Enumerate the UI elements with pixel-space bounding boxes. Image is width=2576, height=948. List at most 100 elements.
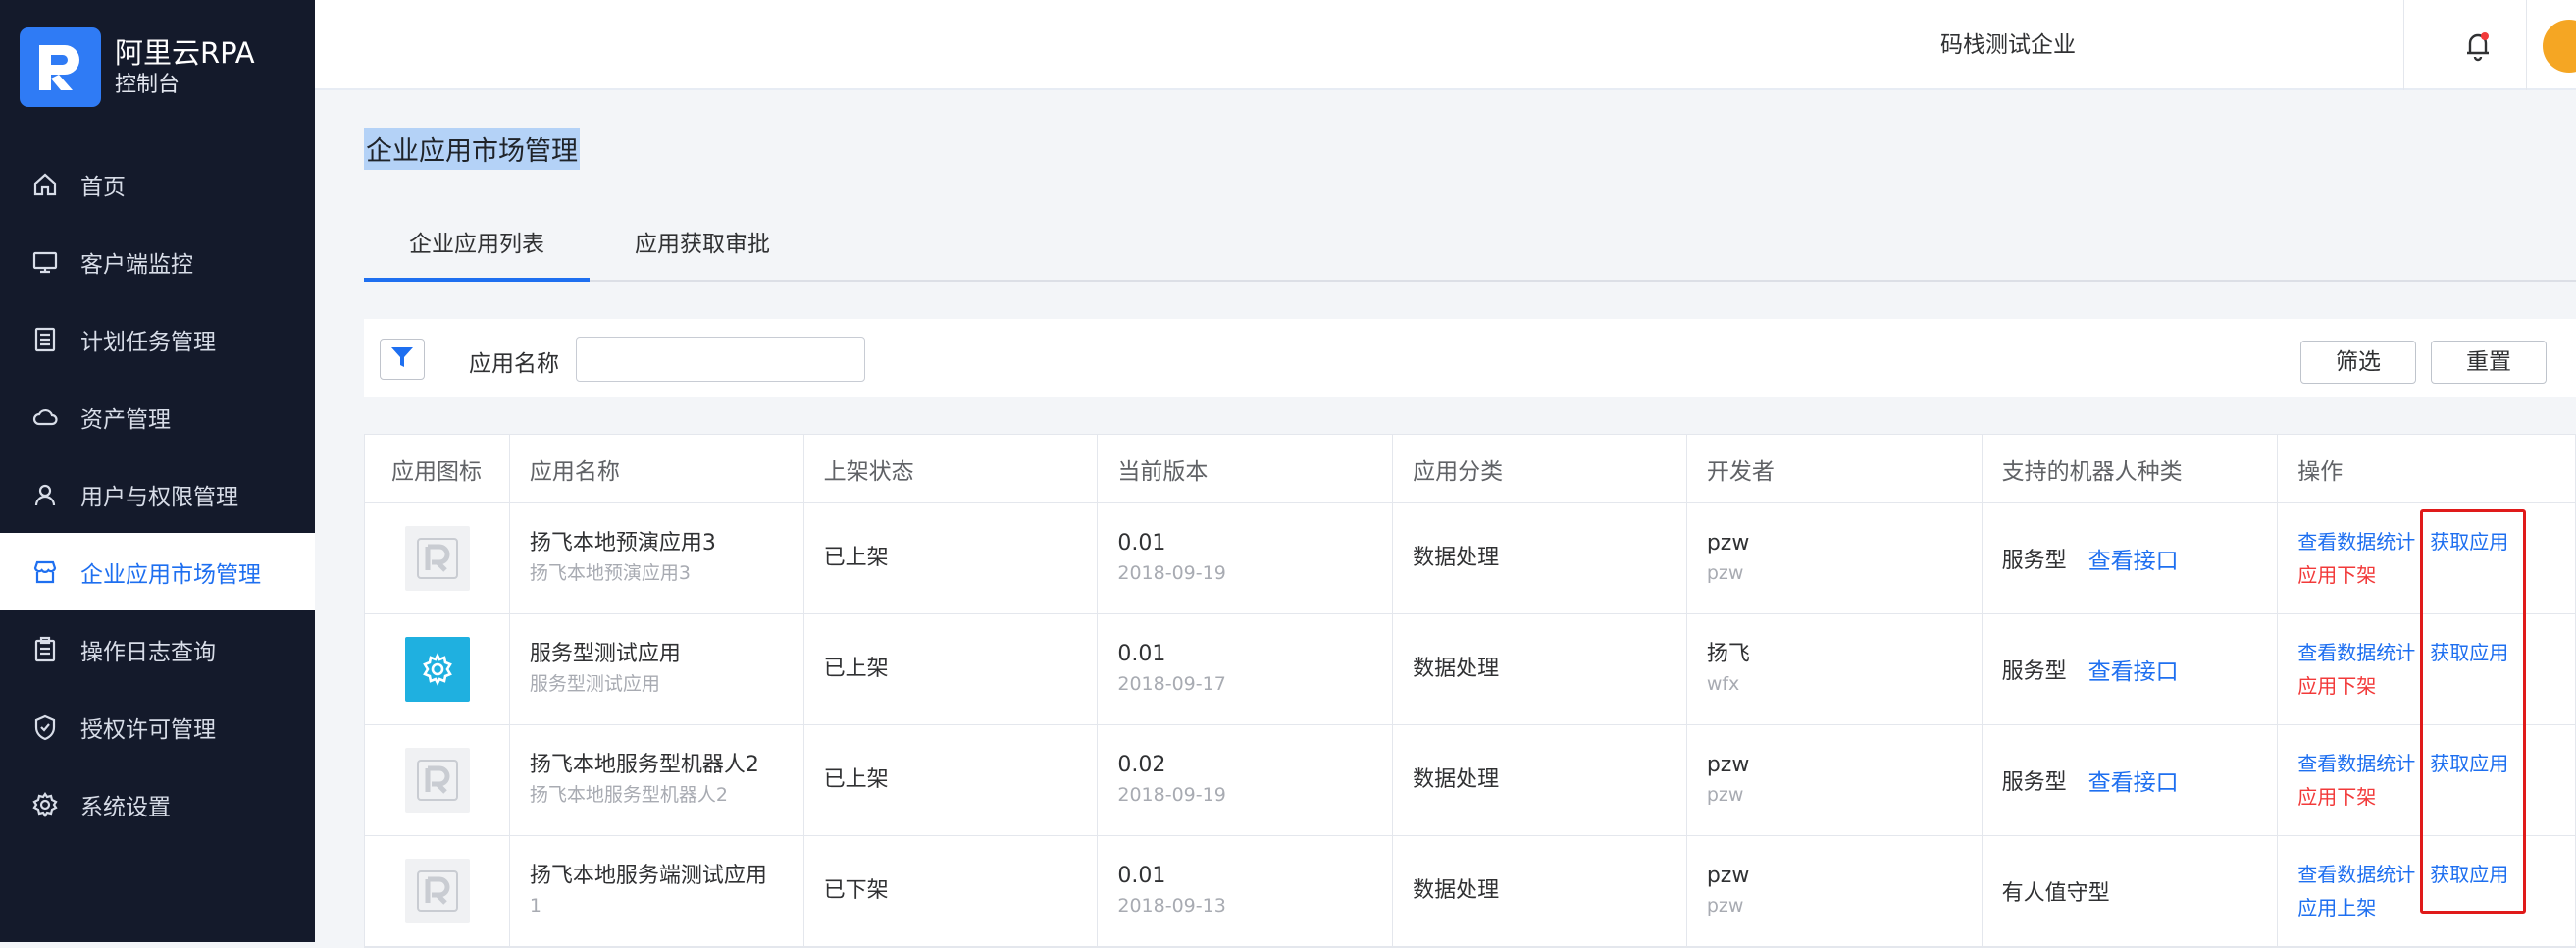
- sidebar-item-label: 资产管理: [80, 406, 171, 433]
- app-category: 数据处理: [1413, 878, 1500, 903]
- notification-bell-icon[interactable]: [2458, 26, 2498, 65]
- view-api-link[interactable]: 查看接口: [2088, 542, 2179, 575]
- sidebar-item-label: 客户端监控: [80, 251, 193, 278]
- view-stats-link[interactable]: 查看数据统计: [2297, 747, 2415, 780]
- table-header: 应用图标 应用名称 上架状态 当前版本 应用分类 开发者 支持的机器人种类 操作: [365, 435, 2575, 503]
- app-version: 0.02: [1117, 753, 1166, 777]
- sidebar-item-label: 企业应用市场管理: [80, 561, 261, 588]
- tab-bar: 企业应用列表 应用获取审批: [364, 211, 2576, 282]
- sidebar-item-app-market[interactable]: 企业应用市场管理: [0, 533, 315, 610]
- divider: [2526, 0, 2527, 90]
- avatar[interactable]: [2543, 20, 2576, 73]
- view-stats-link[interactable]: 查看数据统计: [2297, 525, 2415, 558]
- column-header: 支持的机器人种类: [1983, 435, 2279, 502]
- column-header: 操作: [2297, 458, 2344, 485]
- sidebar-item-label: 系统设置: [80, 794, 171, 820]
- table-row: 服务型测试应用 服务型测试应用 已上架 0.01 2018-09-17 数据处理…: [365, 614, 2575, 725]
- view-stats-link[interactable]: 查看数据统计: [2297, 858, 2415, 891]
- sidebar-item-license[interactable]: 授权许可管理: [0, 688, 315, 765]
- tab-app-list[interactable]: 企业应用列表: [364, 211, 590, 282]
- robot-type: 服务型: [2001, 770, 2067, 795]
- sidebar-item-assets[interactable]: 资产管理: [0, 378, 315, 455]
- app-developer-id: pzw: [1706, 784, 1744, 806]
- sidebar-item-label: 首页: [80, 174, 126, 200]
- table-row: 扬飞本地预演应用3 扬飞本地预演应用3 已上架 0.01 2018-09-19 …: [365, 503, 2575, 614]
- unpublish-link[interactable]: 应用下架: [2297, 558, 2415, 592]
- screen-button[interactable]: 筛选: [2300, 341, 2416, 384]
- robot-type: 服务型: [2001, 659, 2067, 684]
- app-developer-id: pzw: [1706, 562, 1744, 584]
- column-header: 应用图标: [365, 435, 510, 502]
- sidebar-nav: 首页 客户端监控 计划任务管理 资产管理 用户与权限管理 企业应用市场管理 操作…: [0, 145, 315, 843]
- app-status: 已下架: [823, 878, 889, 903]
- sidebar-item-users[interactable]: 用户与权限管理: [0, 455, 315, 533]
- view-api-link[interactable]: 查看接口: [2088, 653, 2179, 686]
- view-api-link[interactable]: 查看接口: [2088, 764, 2179, 797]
- sidebar: 阿里云RPA 控制台 首页 客户端监控 计划任务管理 资产管理 用户与权限管理 …: [0, 0, 315, 942]
- app-subname: 服务型测试应用: [529, 673, 660, 695]
- column-header: 当前版本: [1098, 435, 1394, 502]
- app-name: 扬飞本地预演应用3: [529, 531, 716, 555]
- robot-type: 有人值守型: [2001, 881, 2110, 906]
- divider: [2403, 0, 2404, 90]
- column-header: 开发者: [1687, 435, 1983, 502]
- unpublish-link[interactable]: 应用下架: [2297, 669, 2415, 703]
- app-version: 0.01: [1117, 642, 1166, 666]
- view-stats-link[interactable]: 查看数据统计: [2297, 636, 2415, 669]
- app-default-icon: [405, 859, 470, 923]
- tab-app-approval[interactable]: 应用获取审批: [635, 225, 770, 258]
- monitor-icon: [29, 246, 61, 278]
- sidebar-item-label: 授权许可管理: [80, 716, 216, 743]
- gear-icon: [29, 789, 61, 820]
- sidebar-item-home[interactable]: 首页: [0, 145, 315, 223]
- app-developer: 扬飞: [1706, 642, 1750, 666]
- user-icon: [29, 479, 61, 510]
- app-status: 已上架: [823, 546, 889, 570]
- app-developer: pzw: [1706, 753, 1750, 777]
- app-category: 数据处理: [1413, 657, 1500, 681]
- brand[interactable]: 阿里云RPA 控制台: [20, 27, 255, 107]
- app-version-date: 2018-09-19: [1117, 562, 1226, 584]
- rpa-logo-icon: [20, 27, 101, 107]
- app-version-date: 2018-09-13: [1117, 895, 1226, 917]
- app-name: 扬飞本地服务型机器人2: [529, 753, 759, 777]
- sidebar-item-client-monitor[interactable]: 客户端监控: [0, 223, 315, 300]
- task-list-icon: [29, 324, 61, 355]
- column-header: 应用名称: [510, 435, 804, 502]
- column-header: 上架状态: [804, 435, 1099, 502]
- app-status: 已上架: [823, 657, 889, 681]
- table-row: 扬飞本地服务型机器人2 扬飞本地服务型机器人2 已上架 0.02 2018-09…: [365, 725, 2575, 836]
- app-name-label: 应用名称: [469, 351, 559, 377]
- highlight-box: [2420, 509, 2526, 914]
- sidebar-item-label: 操作日志查询: [80, 639, 216, 665]
- sidebar-item-operation-logs[interactable]: 操作日志查询: [0, 610, 315, 688]
- filter-bar: 应用名称 筛选 重置: [364, 319, 2576, 397]
- app-developer: pzw: [1706, 531, 1750, 555]
- app-subname: 扬飞本地服务型机器人2: [529, 784, 728, 806]
- app-default-icon: [405, 526, 470, 591]
- app-name: 扬飞本地服务端测试应用: [529, 864, 767, 888]
- sidebar-item-settings[interactable]: 系统设置: [0, 765, 315, 843]
- publish-link[interactable]: 应用上架: [2297, 891, 2415, 924]
- app-table: 应用图标 应用名称 上架状态 当前版本 应用分类 开发者 支持的机器人种类 操作…: [364, 434, 2576, 948]
- filter-icon: [389, 344, 415, 374]
- filter-toggle-button[interactable]: [380, 339, 425, 380]
- top-bar: 码栈测试企业: [315, 0, 2576, 90]
- reset-button[interactable]: 重置: [2431, 341, 2547, 384]
- company-name[interactable]: 码栈测试企业: [1940, 26, 2076, 59]
- app-gear-icon: [405, 637, 470, 702]
- app-version-date: 2018-09-17: [1117, 673, 1226, 695]
- app-subname: 扬飞本地预演应用3: [529, 562, 691, 584]
- app-version-date: 2018-09-19: [1117, 784, 1226, 806]
- app-developer-id: wfx: [1706, 673, 1740, 695]
- app-version: 0.01: [1117, 531, 1166, 555]
- unpublish-link[interactable]: 应用下架: [2297, 780, 2415, 814]
- sidebar-item-scheduled-tasks[interactable]: 计划任务管理: [0, 300, 315, 378]
- app-version: 0.01: [1117, 864, 1166, 888]
- app-default-icon: [405, 748, 470, 813]
- app-category: 数据处理: [1413, 767, 1500, 792]
- app-name-input[interactable]: [576, 337, 865, 382]
- sidebar-item-label: 计划任务管理: [80, 329, 216, 355]
- app-category: 数据处理: [1413, 546, 1500, 570]
- store-icon: [29, 556, 61, 588]
